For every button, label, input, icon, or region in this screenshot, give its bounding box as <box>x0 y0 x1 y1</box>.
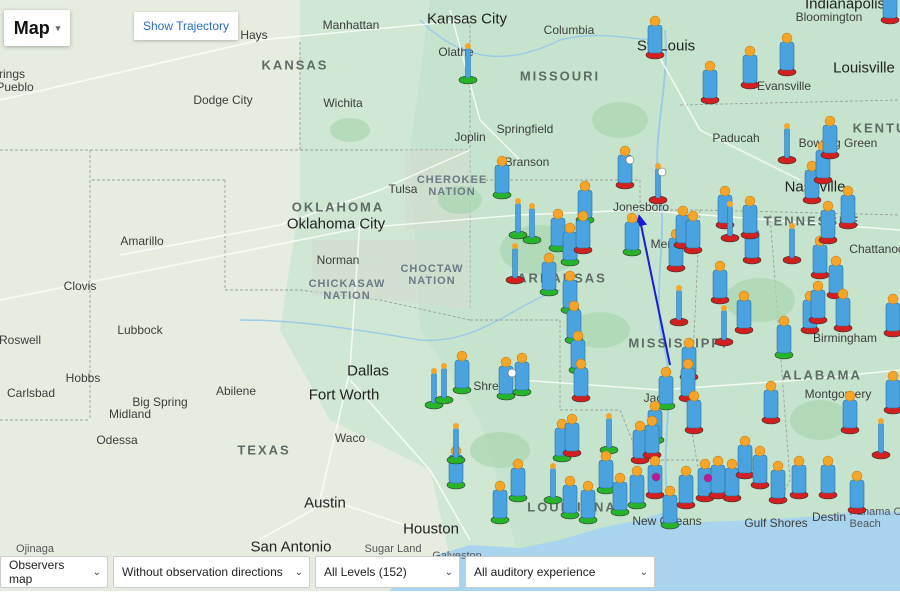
chevron-down-icon: ⌄ <box>444 566 453 578</box>
observation-directions-select[interactable]: Without observation directions ⌄ <box>113 556 310 588</box>
filter-bar: Observers map ⌄ Without observation dire… <box>0 553 655 591</box>
observer-marker[interactable] <box>627 465 647 510</box>
observer-marker[interactable] <box>560 475 580 520</box>
observer-marker[interactable] <box>539 252 559 297</box>
select-value: All Levels (152) <box>324 565 407 579</box>
observer-marker[interactable] <box>750 445 770 490</box>
observer-marker[interactable] <box>615 145 635 190</box>
show-trajectory-button[interactable]: Show Trajectory <box>134 12 238 40</box>
observer-marker[interactable] <box>645 15 665 60</box>
observer-point[interactable] <box>703 473 713 483</box>
observer-marker[interactable] <box>599 413 619 455</box>
observer-marker[interactable] <box>446 423 466 465</box>
observer-marker[interactable] <box>880 0 900 25</box>
observer-marker[interactable] <box>808 280 828 325</box>
observer-marker[interactable] <box>543 463 563 505</box>
select-value: All auditory experience <box>474 565 596 579</box>
observer-marker[interactable] <box>883 370 900 415</box>
select-value: Observers map <box>9 558 65 586</box>
chevron-down-icon: ⌄ <box>92 566 101 578</box>
observer-marker[interactable] <box>596 450 616 495</box>
caret-down-icon: ▾ <box>55 22 61 33</box>
observer-marker[interactable] <box>710 260 730 305</box>
observer-marker[interactable] <box>508 458 528 503</box>
bottom-strip <box>0 591 900 600</box>
observer-marker[interactable] <box>768 460 788 505</box>
observer-marker[interactable] <box>458 43 478 85</box>
chevron-down-icon: ⌄ <box>294 566 303 578</box>
observer-marker[interactable] <box>735 435 755 480</box>
observer-marker[interactable] <box>818 455 838 500</box>
observer-marker[interactable] <box>777 32 797 77</box>
observer-marker[interactable] <box>660 485 680 530</box>
show-trajectory-label: Show Trajectory <box>142 19 230 33</box>
observer-marker[interactable] <box>782 223 802 265</box>
observer-marker[interactable] <box>820 115 840 160</box>
observer-marker[interactable] <box>656 366 676 411</box>
map-canvas[interactable]: KANSAS MISSOURI OKLAHOMA ARKANSAS MISSIS… <box>0 0 900 600</box>
observer-marker[interactable] <box>774 315 794 360</box>
observers-map-select[interactable]: Observers map ⌄ <box>0 556 108 588</box>
map-type-label: Map <box>13 17 50 38</box>
observer-marker[interactable] <box>871 418 891 460</box>
auditory-experience-select[interactable]: All auditory experience ⌄ <box>465 556 655 588</box>
observer-markers-layer <box>424 0 900 530</box>
observer-marker[interactable] <box>883 293 900 338</box>
select-value: Without observation directions <box>122 565 283 579</box>
observer-marker[interactable] <box>676 465 696 510</box>
observer-marker[interactable] <box>789 455 809 500</box>
observer-marker[interactable] <box>505 243 525 285</box>
observer-marker[interactable] <box>622 212 642 257</box>
observer-marker[interactable] <box>508 198 528 240</box>
observer-point[interactable] <box>507 368 517 378</box>
map-type-control[interactable]: Map ▾ <box>4 10 70 46</box>
observer-marker[interactable] <box>818 200 838 245</box>
observer-marker[interactable] <box>700 60 720 105</box>
observer-marker[interactable] <box>452 350 472 395</box>
observer-marker[interactable] <box>434 363 454 405</box>
observer-marker[interactable] <box>840 390 860 435</box>
observer-point[interactable] <box>651 472 661 482</box>
observer-point[interactable] <box>625 155 635 165</box>
observer-marker[interactable] <box>777 123 797 165</box>
observer-marker[interactable] <box>578 480 598 525</box>
trajectory-arrow <box>635 214 671 366</box>
observer-marker[interactable] <box>847 470 867 515</box>
observer-marker[interactable] <box>669 285 689 327</box>
observer-marker[interactable] <box>714 305 734 347</box>
observer-marker[interactable] <box>492 155 512 200</box>
observer-point[interactable] <box>657 167 667 177</box>
observer-marker[interactable] <box>740 45 760 90</box>
observer-marker[interactable] <box>490 480 510 525</box>
observer-marker[interactable] <box>761 380 781 425</box>
levels-select[interactable]: All Levels (152) ⌄ <box>315 556 460 588</box>
observer-marker[interactable] <box>740 195 760 240</box>
observer-marker[interactable] <box>522 203 542 245</box>
observer-marker[interactable] <box>838 185 858 230</box>
observer-marker[interactable] <box>734 290 754 335</box>
observer-marker[interactable] <box>610 472 630 517</box>
chevron-down-icon: ⌄ <box>639 566 648 578</box>
observer-marker[interactable] <box>496 356 516 401</box>
